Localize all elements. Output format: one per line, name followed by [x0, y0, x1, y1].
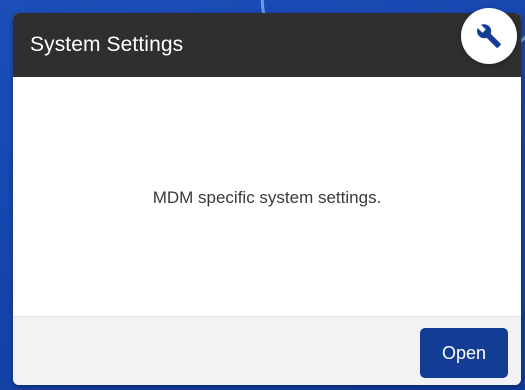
wrench-icon	[477, 24, 501, 48]
card-body: MDM specific system settings.	[13, 77, 521, 317]
card-header: System Settings	[13, 13, 521, 77]
system-settings-card: System Settings MDM specific system sett…	[13, 13, 521, 385]
card-title: System Settings	[30, 33, 184, 56]
card-footer: Open	[13, 316, 521, 385]
card-description: MDM specific system settings.	[152, 188, 382, 207]
settings-icon-badge	[461, 8, 517, 64]
open-button[interactable]: Open	[420, 328, 508, 378]
